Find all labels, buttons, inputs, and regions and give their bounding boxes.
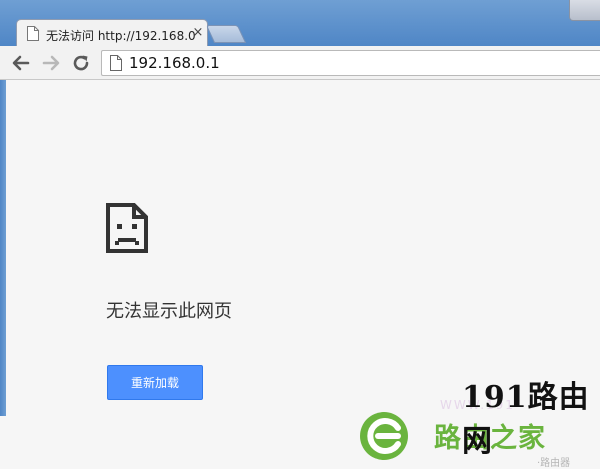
browser-frame: 无法访问 http://192.168.0.1 × xyxy=(0,0,600,47)
toolbar: 192.168.0.1 xyxy=(0,46,600,80)
tab-active[interactable]: 无法访问 http://192.168.0.1 × xyxy=(16,19,208,47)
tab-title: 无法访问 http://192.168.0.1 xyxy=(46,29,196,43)
error-message: 无法显示此网页 xyxy=(106,301,232,322)
page-icon xyxy=(27,26,39,41)
page-content: 无法显示此网页 重新加载 路由之家 ·路由器 xyxy=(6,80,600,469)
sad-page-icon xyxy=(106,203,148,253)
arrow-left-icon[interactable] xyxy=(10,52,32,74)
arrow-right-icon[interactable] xyxy=(40,52,62,74)
page-icon xyxy=(110,55,122,71)
window-controls[interactable] xyxy=(569,0,600,21)
router-home-logo-icon xyxy=(360,412,408,460)
address-bar[interactable]: 192.168.0.1 xyxy=(101,50,600,76)
address-text: 192.168.0.1 xyxy=(129,54,220,72)
tab-close-icon[interactable]: × xyxy=(192,26,204,40)
reload-button[interactable]: 重新加载 xyxy=(107,365,203,400)
reload-icon[interactable] xyxy=(70,52,92,74)
watermark-site: 191路由网 xyxy=(462,380,590,459)
new-tab-button[interactable] xyxy=(205,25,247,43)
